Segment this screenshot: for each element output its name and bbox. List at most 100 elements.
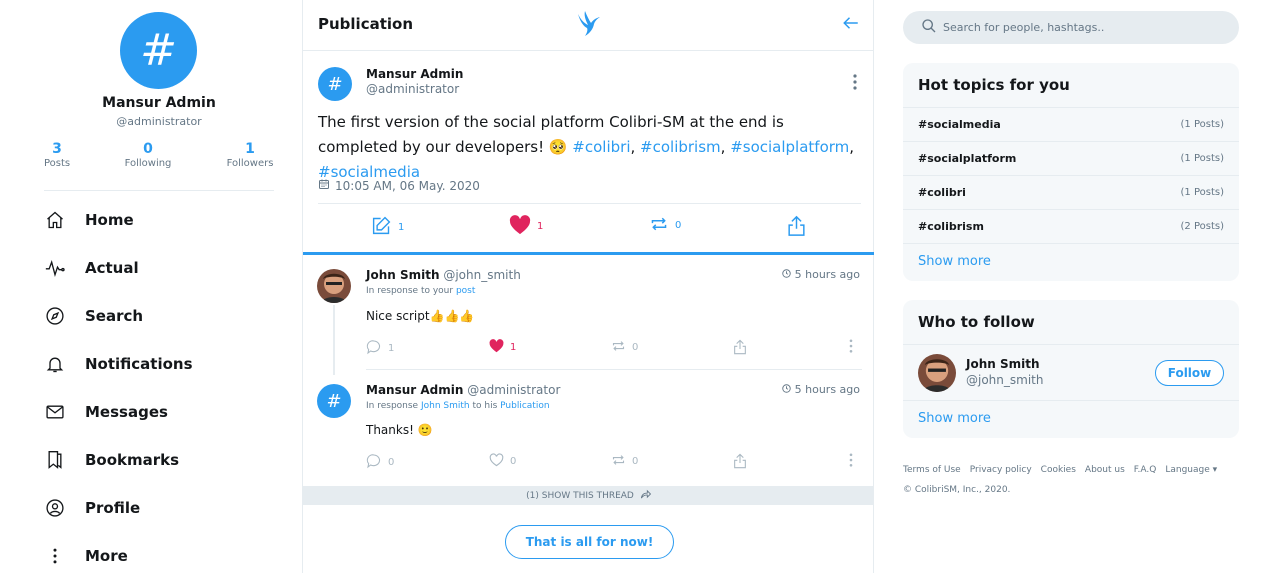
repost-button[interactable]: 0 [611, 339, 638, 356]
stat-followers-label: Followers [226, 158, 274, 169]
footer-link-cookies[interactable]: Cookies [1041, 460, 1076, 480]
share-button[interactable] [733, 453, 747, 472]
repost-count: 0 [632, 456, 639, 467]
topic-row[interactable]: #socialplatform (1 Posts) [903, 141, 1239, 175]
post-author-name[interactable]: Mansur Admin [366, 67, 463, 81]
page-title: Publication [318, 15, 414, 33]
reply-context-link[interactable]: Publication [500, 401, 549, 411]
tag-separator: , [720, 138, 731, 156]
nav-item-messages[interactable]: Messages [44, 388, 168, 436]
reply-actions: 0 0 0 [303, 453, 874, 477]
suggestion-name[interactable]: John Smith [966, 357, 1040, 371]
footer-link-terms[interactable]: Terms of Use [903, 460, 961, 480]
reply-avatar[interactable] [317, 269, 351, 303]
nav-item-home[interactable]: Home [44, 196, 134, 244]
reply-button[interactable]: 0 [366, 453, 394, 472]
reply-author[interactable]: John Smith @john_smith [366, 268, 521, 282]
reply-text: Thanks! 🙂 [366, 423, 433, 437]
show-more-link[interactable]: Show more [918, 411, 991, 426]
language-dropdown[interactable]: Language ▾ [1165, 460, 1217, 480]
who-to-follow-card: Who to follow John Smith @john_smith Fol… [903, 300, 1239, 438]
bookmark-icon [44, 449, 66, 471]
nav-item-notifications[interactable]: Notifications [44, 340, 193, 388]
follow-button[interactable]: Follow [1155, 360, 1224, 386]
reply-author-name: John Smith [366, 268, 440, 282]
stat-followers-count: 1 [245, 141, 255, 157]
edit-reply-icon [371, 215, 392, 239]
nav-item-bookmarks[interactable]: Bookmarks [44, 436, 179, 484]
profile-avatar[interactable]: # [120, 12, 197, 89]
heart-filled-icon [489, 339, 504, 356]
like-button[interactable]: 0 [489, 453, 516, 470]
nav-item-search[interactable]: Search [44, 292, 143, 340]
suggestion-avatar[interactable] [918, 354, 956, 392]
page-header: Publication [303, 0, 874, 51]
nav-item-profile[interactable]: Profile [44, 484, 140, 532]
stats-divider [44, 190, 274, 191]
nav-item-more[interactable]: More [44, 532, 128, 573]
reply-menu-icon[interactable] [849, 339, 853, 353]
stat-posts[interactable]: 3 Posts [44, 141, 70, 171]
reply-button[interactable]: 1 [371, 215, 404, 239]
footer-link-faq[interactable]: F.A.Q [1134, 460, 1157, 480]
reply-item: John Smith @john_smith 5 hours ago In re… [303, 256, 874, 370]
hashtag-link[interactable]: #colibri [572, 138, 630, 156]
topic-row[interactable]: #colibrism (2 Posts) [903, 209, 1239, 243]
thread-connector [333, 305, 335, 375]
share-icon [733, 339, 747, 358]
share-button[interactable] [733, 339, 747, 358]
topic-row[interactable]: #colibri (1 Posts) [903, 175, 1239, 209]
pulse-icon [44, 257, 66, 279]
search-input[interactable] [943, 21, 1223, 34]
arrow-left-icon[interactable] [842, 14, 860, 36]
bird-logo-icon[interactable] [575, 10, 601, 42]
reply-menu-icon[interactable] [849, 453, 853, 467]
reply-author[interactable]: Mansur Admin @administrator [366, 383, 560, 397]
clock-icon [781, 383, 791, 396]
reply-item: # Mansur Admin @administrator 5 hours ag… [303, 370, 874, 485]
topic-count: (2 Posts) [1180, 221, 1224, 232]
search-bar[interactable] [903, 11, 1239, 44]
who-to-follow-title: Who to follow [918, 313, 1035, 331]
stat-followers[interactable]: 1 Followers [226, 141, 274, 171]
share-button[interactable] [787, 215, 806, 240]
reply-context-link[interactable]: post [456, 286, 475, 296]
post-menu-icon[interactable] [853, 74, 857, 94]
repost-count: 0 [675, 220, 682, 231]
reply-author-handle: @john_smith [443, 268, 521, 282]
hashtag-link[interactable]: #socialplatform [730, 138, 849, 156]
nav-item-actual[interactable]: Actual [44, 244, 139, 292]
reply-context-link[interactable]: John Smith [421, 401, 470, 411]
share-arrow-icon [640, 489, 652, 502]
repost-button[interactable]: 0 [611, 453, 638, 470]
like-button[interactable]: 1 [489, 339, 516, 356]
like-count: 0 [510, 456, 517, 467]
footer-link-about[interactable]: About us [1085, 460, 1125, 480]
comment-icon [366, 339, 382, 358]
end-of-feed-button[interactable]: That is all for now! [505, 525, 674, 559]
footer-link-privacy[interactable]: Privacy policy [970, 460, 1032, 480]
clock-icon [781, 268, 791, 281]
reply-avatar[interactable]: # [317, 384, 351, 418]
reply-time: 5 hours ago [781, 383, 860, 396]
reply-text: Nice script👍👍👍 [366, 309, 475, 323]
show-thread-button[interactable]: (1) SHOW THIS THREAD [303, 486, 874, 505]
compass-icon [44, 305, 66, 327]
topic-row[interactable]: #socialmedia (1 Posts) [903, 107, 1239, 141]
reply-context: In response to your post [366, 286, 475, 296]
post-author-handle[interactable]: @administrator [366, 82, 459, 96]
reply-time-text: 5 hours ago [794, 268, 860, 281]
reply-button[interactable]: 1 [366, 339, 394, 358]
show-more-link[interactable]: Show more [918, 254, 991, 269]
nav-label: Profile [85, 499, 141, 517]
post-divider-accent [303, 252, 874, 255]
nav-label: Home [85, 211, 134, 229]
stat-following[interactable]: 0 Following [124, 141, 172, 171]
profile-name[interactable]: Mansur Admin [0, 95, 318, 111]
repost-button[interactable]: 0 [649, 215, 681, 236]
copyright: © ColibriSM, Inc., 2020. [903, 485, 1011, 495]
like-button[interactable]: 1 [509, 215, 543, 238]
post-avatar[interactable]: # [318, 67, 352, 101]
hashtag-link[interactable]: #colibrism [640, 138, 721, 156]
reply-count: 0 [388, 457, 395, 468]
